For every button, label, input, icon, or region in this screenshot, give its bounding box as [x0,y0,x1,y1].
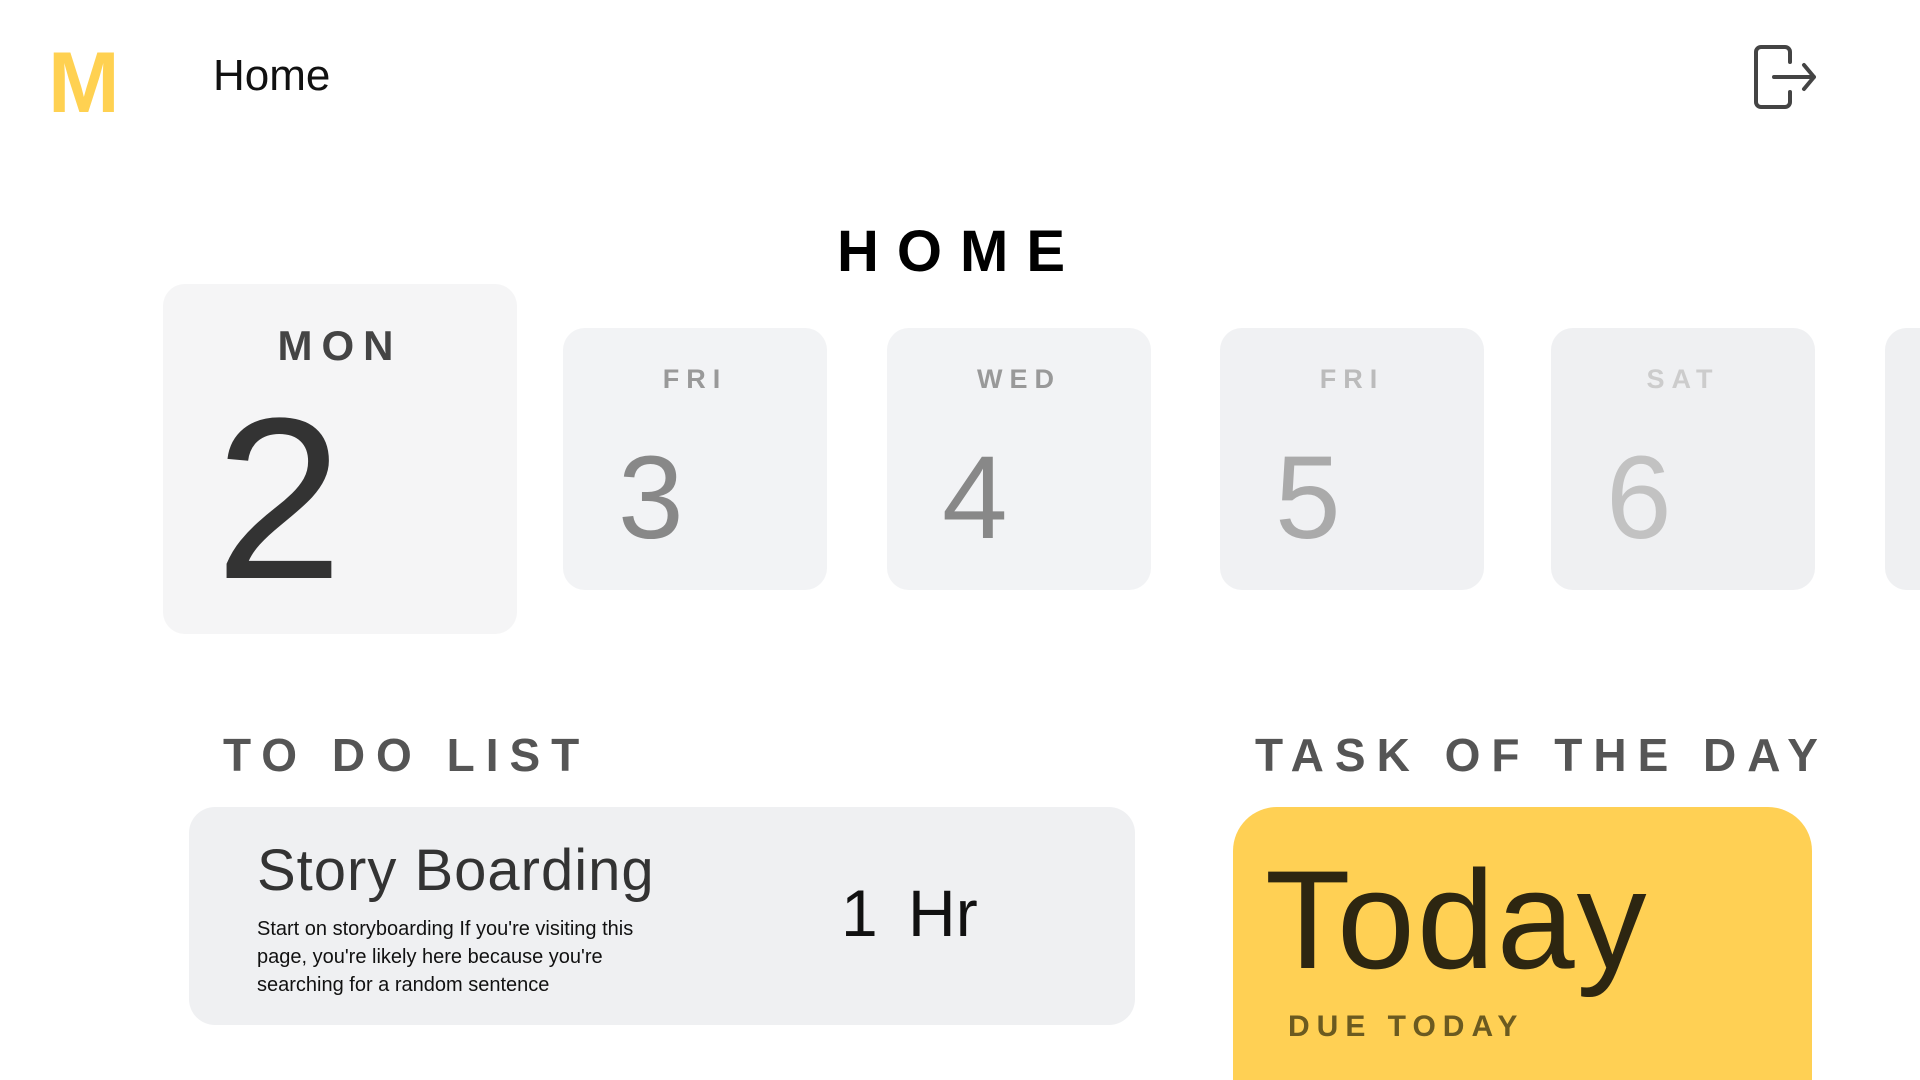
date-number: 3 [618,432,684,564]
page-title: HOME [837,219,1083,284]
day-label: MON [277,322,403,369]
day-label: FRI [662,364,728,394]
todo-item[interactable]: Story Boarding Start on storyboarding If… [189,807,1135,1025]
logout-icon [1754,45,1816,109]
calendar-day-selected[interactable]: MON 2 [163,284,517,634]
date-number: 4 [942,432,1008,564]
logo[interactable]: M [48,40,120,126]
date-number: 5 [1275,432,1341,564]
calendar-day-partial[interactable] [1885,328,1920,590]
calendar-day[interactable]: SAT 6 [1551,328,1815,590]
nav-title: Home [213,51,331,100]
day-label: WED [977,364,1061,394]
todo-title: Story Boarding [257,838,655,903]
logout-button[interactable] [1750,44,1820,110]
todo-description: Start on storyboarding If you're visitin… [257,918,634,996]
calendar-day[interactable]: FRI 5 [1220,328,1484,590]
todo-heading: TO DO LIST [223,729,591,781]
day-label: SAT [1646,364,1720,394]
date-number: 2 [215,370,343,627]
day-label: FRI [1319,364,1385,394]
calendar-day[interactable]: WED 4 [887,328,1151,590]
date-number: 6 [1606,432,1672,564]
calendar-day[interactable]: FRI 3 [563,328,827,590]
todo-duration: 1 Hr [841,876,978,950]
task-due: DUE TODAY [1288,1010,1525,1043]
task-title: Today [1265,841,1649,998]
task-of-day-heading: TASK OF THE DAY [1255,729,1829,781]
task-of-day-card[interactable]: Today DUE TODAY [1233,807,1812,1080]
